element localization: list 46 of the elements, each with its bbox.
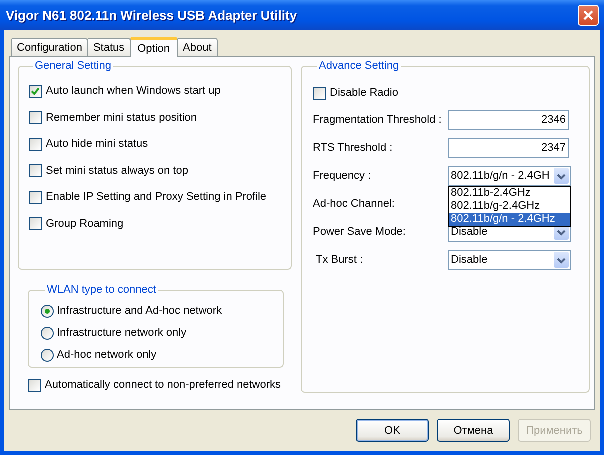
checkbox[interactable] [313, 86, 326, 100]
tab[interactable]: Status [87, 38, 131, 56]
tab[interactable]: Configuration [11, 38, 88, 56]
checkbox-label: Disable Radio [330, 87, 398, 99]
radio-button[interactable] [41, 348, 54, 362]
group-title: General Setting [34, 60, 112, 72]
tab[interactable]: About [177, 38, 218, 56]
dialog-button[interactable]: Отмена [437, 419, 510, 442]
group-title: WLAN type to connect [46, 284, 158, 296]
checkbox[interactable] [29, 84, 42, 98]
dropdown-option[interactable]: 802.11b/g-2.4GHz [449, 200, 570, 213]
checkbox-label: Automatically connect to non-preferred networks [45, 379, 282, 392]
checkbox[interactable] [29, 111, 42, 124]
field-label: Fragmentation Threshold : [313, 114, 443, 126]
checkbox[interactable] [29, 190, 42, 204]
input-field[interactable]: 2346 [448, 110, 569, 130]
checkbox-label: Auto launch when Windows start up [46, 85, 221, 98]
checkbox-label: Enable IP Setting and Proxy Setting in Profile [46, 191, 267, 204]
dropdown-option[interactable]: 802.11b/g/n - 2.4GHz [449, 213, 570, 226]
dialog-button[interactable]: OK [356, 419, 429, 442]
field-label: Power Save Mode: [313, 226, 407, 238]
checkbox[interactable] [29, 217, 42, 230]
radio-label: Infrastructure and Ad-hoc network [57, 305, 222, 317]
dropdown-option[interactable]: 802.11b-2.4GHz [449, 187, 570, 200]
tab[interactable]: Option [130, 37, 178, 57]
checkbox-label: Group Roaming [46, 218, 124, 230]
field-label: Tx Burst : [315, 254, 364, 266]
checkbox-label: Remember mini status position [46, 112, 198, 124]
field-label: Frequency : [313, 170, 372, 182]
radio-label: Infrastructure network only [57, 327, 187, 339]
dropdown[interactable]: Disable [448, 250, 571, 270]
window-title: Vigor N61 802.11n Wireless USB Adapter Utility [6, 8, 298, 22]
radio-button[interactable] [41, 304, 54, 318]
group-title: Advance Setting [318, 60, 400, 72]
radio-button[interactable] [41, 326, 54, 340]
checkbox[interactable] [29, 138, 42, 151]
input-field[interactable]: 2347 [448, 138, 569, 158]
close-icon [583, 10, 594, 20]
close-button[interactable] [578, 4, 599, 26]
radio-label: Ad-hoc network only [57, 349, 157, 361]
checkbox[interactable] [29, 164, 42, 178]
field-label: RTS Threshold : [313, 142, 394, 154]
checkbox[interactable] [28, 378, 41, 392]
checkbox-label: Set mini status always on top [46, 164, 188, 177]
checkbox-label: Auto hide mini status [46, 138, 148, 150]
field-label: Ad-hoc Channel: [313, 198, 396, 210]
